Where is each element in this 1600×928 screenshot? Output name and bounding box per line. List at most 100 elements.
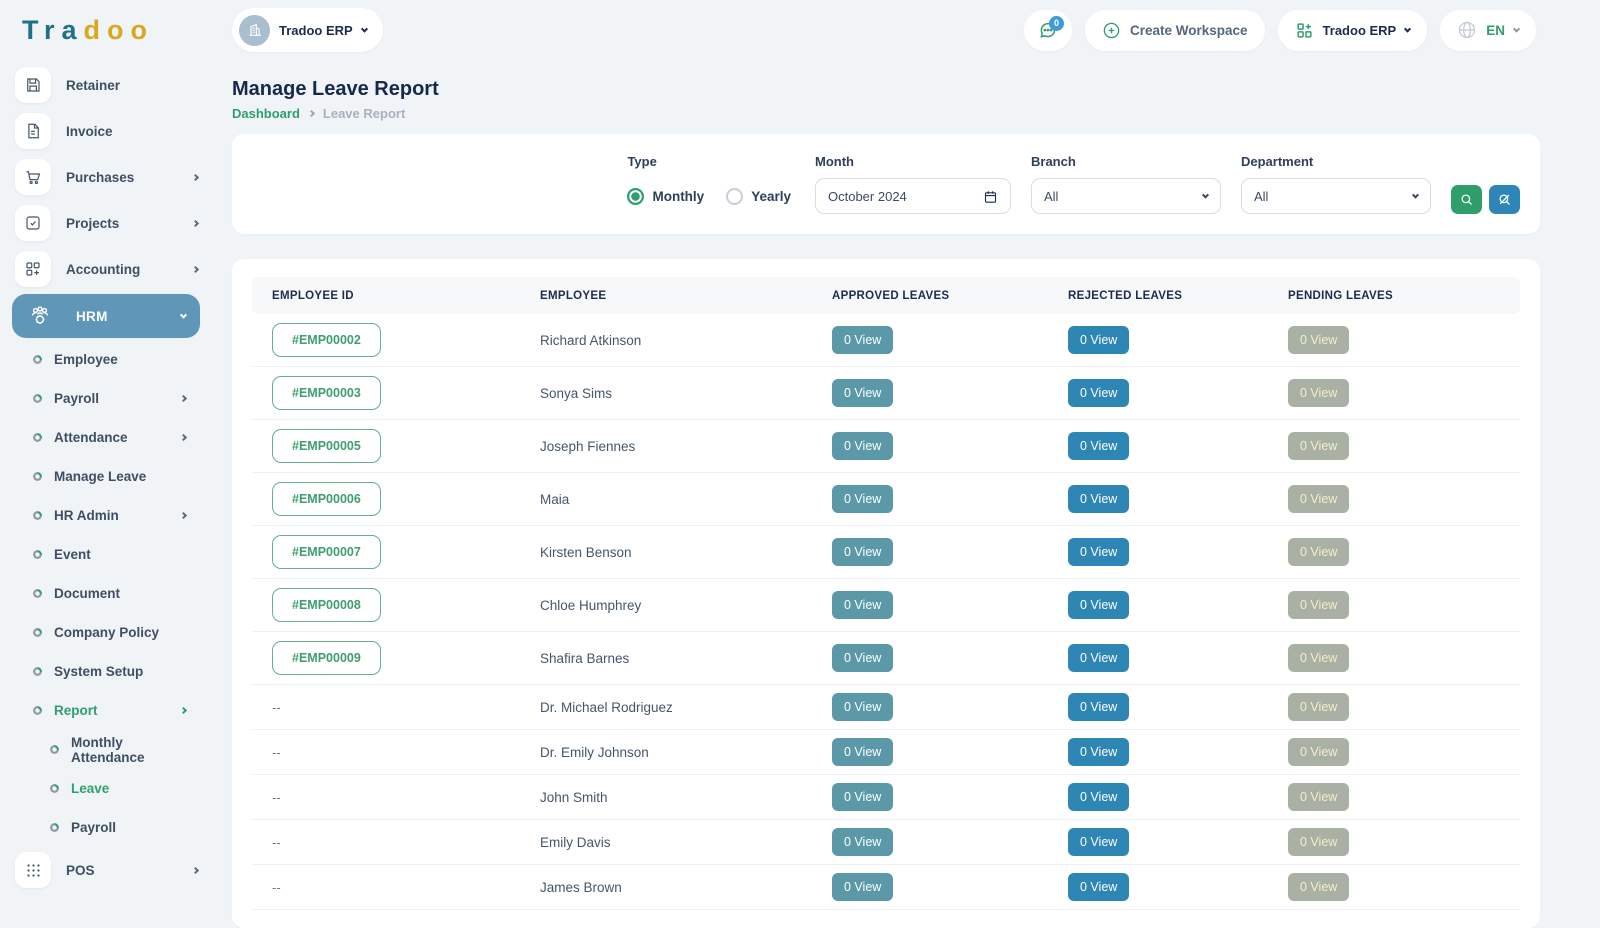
brand-logo: Tradoo [22, 15, 210, 46]
sidebar-item-payroll[interactable]: Payroll [0, 808, 212, 847]
workspace-selector[interactable]: Tradoo ERP [232, 8, 383, 52]
sidebar-item-leave[interactable]: Leave [0, 769, 212, 808]
language-selector[interactable]: EN [1440, 10, 1536, 51]
pending-leaves-view-button[interactable]: 0 View [1288, 783, 1349, 811]
employee-id-badge[interactable]: #EMP00007 [272, 535, 381, 569]
pending-leaves-view-button[interactable]: 0 View [1288, 591, 1349, 619]
branch-select[interactable]: All [1031, 178, 1221, 214]
department-select[interactable]: All [1241, 178, 1431, 214]
create-workspace-button[interactable]: Create Workspace [1085, 10, 1265, 51]
rejected-leaves-view-button[interactable]: 0 View [1068, 326, 1129, 354]
rejected-leaves-view-button[interactable]: 0 View [1068, 379, 1129, 407]
topbar: Tradoo Tradoo ERP 0 Create Workspace Tra… [0, 0, 1600, 60]
approved-leaves-view-button[interactable]: 0 View [832, 538, 893, 566]
rejected-leaves-view-button[interactable]: 0 View [1068, 873, 1129, 901]
table-row: --Dr. Emily Johnson0 View0 View0 View [252, 730, 1520, 775]
pending-leaves-view-button[interactable]: 0 View [1288, 432, 1349, 460]
rejected-leaves-view-button[interactable]: 0 View [1068, 432, 1129, 460]
approved-leaves-view-button[interactable]: 0 View [832, 591, 893, 619]
sidebar-item-attendance[interactable]: Attendance [0, 418, 212, 457]
rejected-leaves-view-button[interactable]: 0 View [1068, 828, 1129, 856]
pending-leaves-view-button[interactable]: 0 View [1288, 828, 1349, 856]
sidebar-item-document[interactable]: Document [0, 574, 212, 613]
approved-leaves-view-button[interactable]: 0 View [832, 738, 893, 766]
sidebar-item-event[interactable]: Event [0, 535, 212, 574]
messages-button[interactable]: 0 [1024, 10, 1072, 51]
sidebar-item-label: Company Policy [54, 625, 159, 640]
sidebar-item-accounting[interactable]: Accounting [0, 246, 212, 292]
approved-leaves-view-button[interactable]: 0 View [832, 828, 893, 856]
bullet-icon [33, 355, 42, 364]
type-radio-monthly[interactable]: Monthly [627, 188, 704, 205]
pending-leaves-view-button[interactable]: 0 View [1288, 873, 1349, 901]
employee-id-badge[interactable]: #EMP00006 [272, 482, 381, 516]
pending-leaves-view-button[interactable]: 0 View [1288, 693, 1349, 721]
clear-search-icon [1497, 192, 1512, 207]
sidebar-item-payroll[interactable]: Payroll [0, 379, 212, 418]
approved-leaves-view-button[interactable]: 0 View [832, 326, 893, 354]
workspace-selector-label: Tradoo ERP [279, 23, 353, 38]
bullet-icon [33, 472, 42, 481]
approved-leaves-view-button[interactable]: 0 View [832, 432, 893, 460]
approved-leaves-view-button[interactable]: 0 View [832, 379, 893, 407]
approved-leaves-view-button[interactable]: 0 View [832, 873, 893, 901]
approved-leaves-view-button[interactable]: 0 View [832, 485, 893, 513]
radio-icon [726, 188, 743, 205]
sidebar-item-hrm[interactable]: HRM [12, 294, 200, 338]
bullet-icon [33, 589, 42, 598]
sidebar-item-projects[interactable]: Projects [0, 200, 212, 246]
globe-icon [1457, 20, 1477, 40]
employee-name: Dr. Emily Johnson [520, 745, 812, 760]
sidebar-item-system-setup[interactable]: System Setup [0, 652, 212, 691]
pending-leaves-view-button[interactable]: 0 View [1288, 538, 1349, 566]
reset-search-button[interactable] [1489, 185, 1520, 214]
create-workspace-label: Create Workspace [1130, 23, 1248, 38]
sidebar-item-label: POS [66, 863, 95, 878]
sidebar-item-report[interactable]: Report [0, 691, 212, 730]
rejected-leaves-view-button[interactable]: 0 View [1068, 485, 1129, 513]
sidebar-item-monthly-attendance[interactable]: Monthly Attendance [0, 730, 212, 769]
plus-circle-icon [1102, 21, 1121, 40]
rejected-leaves-view-button[interactable]: 0 View [1068, 783, 1129, 811]
employee-id-badge[interactable]: #EMP00008 [272, 588, 381, 622]
sidebar-item-purchases[interactable]: Purchases [0, 154, 212, 200]
breadcrumb-dashboard-link[interactable]: Dashboard [232, 106, 300, 121]
branch-value: All [1044, 189, 1058, 204]
rejected-leaves-view-button[interactable]: 0 View [1068, 591, 1129, 619]
pending-leaves-view-button[interactable]: 0 View [1288, 738, 1349, 766]
search-button[interactable] [1451, 185, 1482, 214]
rejected-leaves-view-button[interactable]: 0 View [1068, 693, 1129, 721]
approved-leaves-view-button[interactable]: 0 View [832, 783, 893, 811]
employee-id-badge[interactable]: #EMP00005 [272, 429, 381, 463]
sidebar-item-manage-leave[interactable]: Manage Leave [0, 457, 212, 496]
type-radio-yearly[interactable]: Yearly [726, 188, 791, 205]
pending-leaves-view-button[interactable]: 0 View [1288, 485, 1349, 513]
table-header-row: EMPLOYEE IDEMPLOYEEAPPROVED LEAVESREJECT… [252, 277, 1520, 314]
sidebar-item-label: Payroll [54, 391, 99, 406]
month-input[interactable]: October 2024 [815, 178, 1011, 214]
page-title: Manage Leave Report [232, 60, 1540, 101]
rejected-leaves-view-button[interactable]: 0 View [1068, 738, 1129, 766]
chevron-down-icon [1412, 191, 1419, 198]
pending-leaves-view-button[interactable]: 0 View [1288, 644, 1349, 672]
chevron-right-icon [192, 219, 199, 226]
sidebar-item-invoice[interactable]: Invoice [0, 108, 212, 154]
sidebar-item-hr-admin[interactable]: HR Admin [0, 496, 212, 535]
pending-leaves-view-button[interactable]: 0 View [1288, 379, 1349, 407]
main-content: Manage Leave Report Dashboard Leave Repo… [232, 60, 1540, 928]
sidebar-item-company-policy[interactable]: Company Policy [0, 613, 212, 652]
filter-month-group: Month October 2024 [815, 154, 1011, 214]
pending-leaves-view-button[interactable]: 0 View [1288, 326, 1349, 354]
approved-leaves-view-button[interactable]: 0 View [832, 644, 893, 672]
column-header-rejected-leaves: REJECTED LEAVES [1048, 290, 1268, 302]
workspace-erp-button[interactable]: Tradoo ERP [1278, 10, 1428, 51]
sidebar-item-retainer[interactable]: Retainer [0, 62, 212, 108]
employee-id-badge[interactable]: #EMP00009 [272, 641, 381, 675]
approved-leaves-view-button[interactable]: 0 View [832, 693, 893, 721]
employee-id-badge[interactable]: #EMP00002 [272, 323, 381, 357]
sidebar-item-employee[interactable]: Employee [0, 340, 212, 379]
rejected-leaves-view-button[interactable]: 0 View [1068, 644, 1129, 672]
rejected-leaves-view-button[interactable]: 0 View [1068, 538, 1129, 566]
employee-id-badge[interactable]: #EMP00003 [272, 376, 381, 410]
sidebar-item-pos[interactable]: POS [0, 847, 212, 893]
